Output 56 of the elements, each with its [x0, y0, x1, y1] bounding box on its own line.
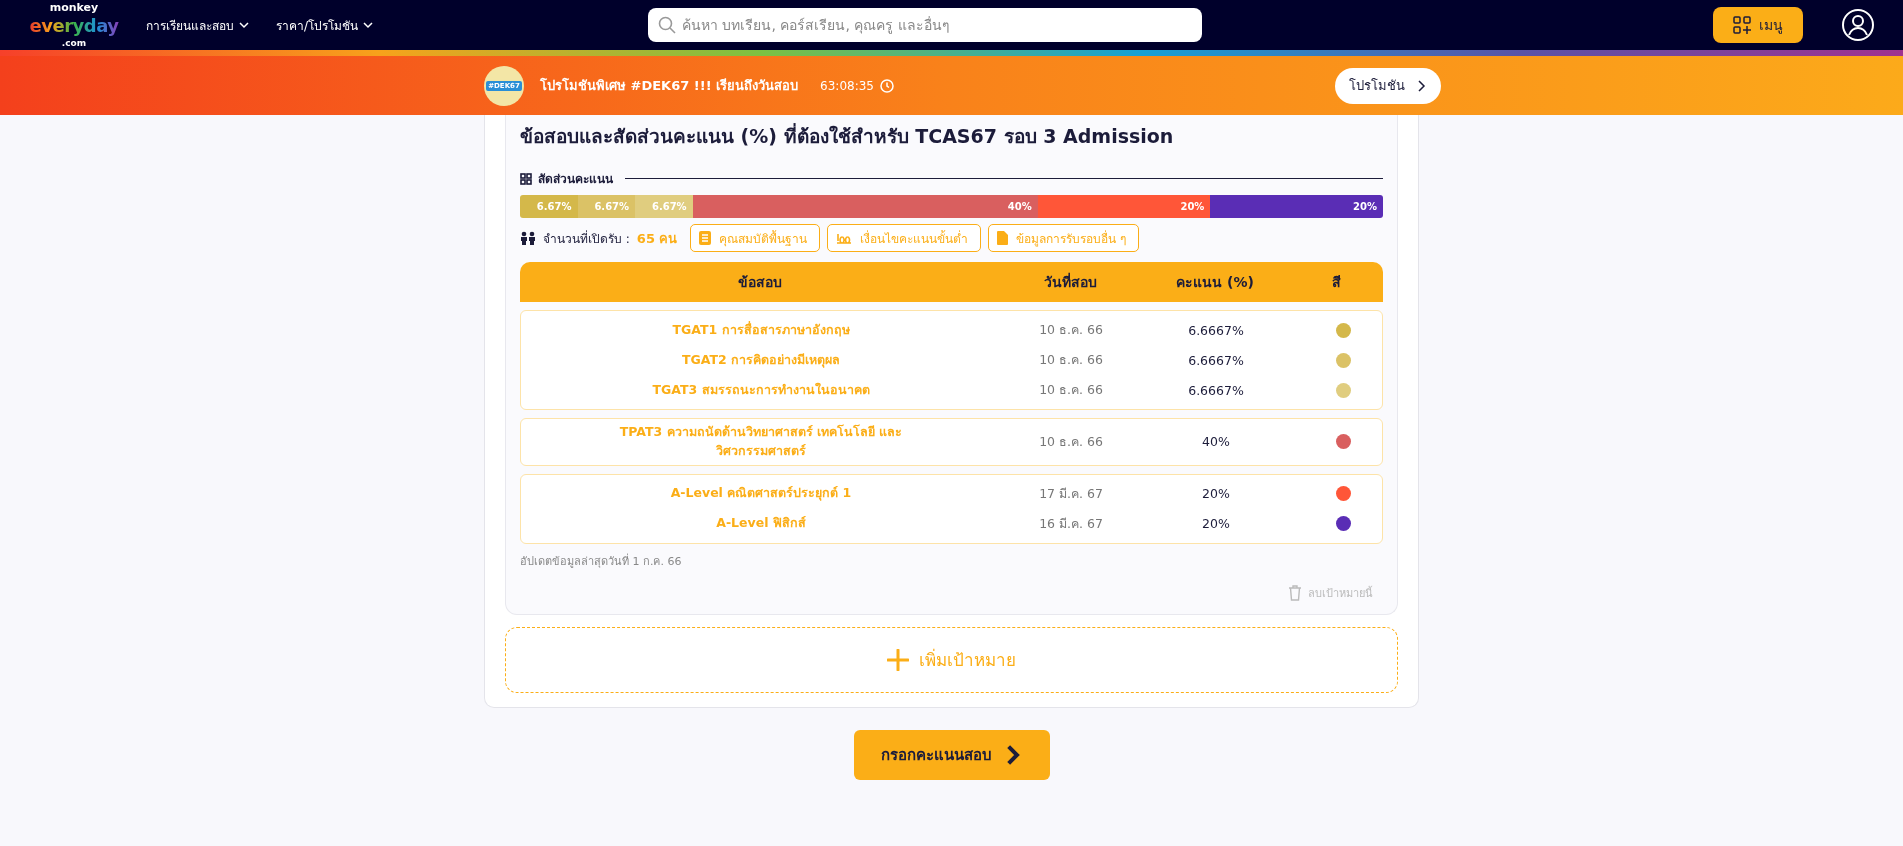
plus-icon — [887, 648, 909, 671]
data-label: 6.67% — [651, 201, 687, 212]
score-percent: 6.6667% — [1187, 322, 1245, 338]
section-title: สัดส่วนคะแนน — [538, 171, 613, 188]
grid-icon — [520, 172, 532, 185]
countdown: 63:08:35 — [820, 78, 874, 93]
logo[interactable]: monkey everyday .com — [24, 1, 124, 49]
exam-name: TGAT2 การคิดอย่างมีเหตุผล — [680, 350, 842, 370]
data-label: 20% — [1180, 201, 1205, 212]
updated-note: อัปเดตข้อมูลล่าสุดวันที่ 1 ก.ค. 66 — [520, 552, 683, 570]
column-header: ข้อสอบ — [737, 273, 783, 292]
clock-icon — [880, 78, 894, 93]
exam-date: 10 ธ.ค. 66 — [1038, 351, 1104, 369]
document-icon — [997, 231, 1009, 245]
promo-text: โปรโมชันพิเศษ #DEK67 !!! เรียนถึงวันสอบ — [540, 77, 799, 95]
data-label: 6.67% — [536, 201, 572, 212]
trash-icon — [1288, 584, 1302, 601]
search-icon — [658, 16, 677, 34]
chevron-down-icon — [362, 19, 375, 31]
data-label: 20% — [1353, 201, 1377, 212]
seats-label: จำนวนที่เปิดรับ : — [543, 229, 630, 248]
exam-name: A-Level คณิตศาสตร์ประยุกต์ 1 — [669, 484, 853, 503]
exam-date: 10 ธ.ค. 66 — [1038, 321, 1104, 339]
score-percent: 6.6667% — [1187, 352, 1245, 368]
column-header: วันที่สอบ — [1042, 271, 1098, 292]
exam-date: 10 ธ.ค. 66 — [1038, 381, 1104, 399]
list-icon — [699, 231, 712, 245]
nav-menu[interactable]: ราคา/โปรโมชัน — [272, 15, 379, 35]
seats-count: 65 คน — [636, 229, 678, 248]
exam-name: TGAT3 สมรรถนะการทำงานในอนาคต — [651, 380, 871, 399]
card-title: ข้อสอบและสัดส่วนคะแนน (%) ที่ต้องใช้สำหรับ TCAS67 รอบ 3 Admission — [520, 122, 1175, 149]
exam-name: TGAT1 การสื่อสารภาษาอังกฤษ — [671, 320, 851, 339]
score-percent: 6.6667% — [1187, 382, 1245, 398]
score-percent: 20% — [1201, 516, 1231, 531]
exam-date: 16 มี.ค. 67 — [1038, 514, 1104, 533]
exam-date: 17 มี.ค. 67 — [1038, 484, 1104, 503]
submit-scores-button[interactable]: กรอกคะแนนสอบ — [853, 729, 1050, 780]
exam-name: TPAT3 ความถนัดด้านวิทยาศาสตร์ เทคโนโลยี และวิศวกรรมศาสตร์ — [618, 423, 904, 460]
search-field[interactable]: ค้นหา บทเรียน, คอร์สเรียน, คุณครู และอื่นๆ — [648, 8, 1203, 42]
hundred-points-icon — [836, 232, 853, 244]
exam-name: A-Level ฟิสิกส์ — [715, 514, 807, 533]
column-header: คะแนน (%) — [1175, 273, 1255, 292]
data-label: 6.67% — [594, 201, 630, 212]
score-percent: 40% — [1201, 434, 1231, 450]
column-header: สี — [1331, 273, 1342, 292]
people-icon — [520, 231, 536, 245]
user-icon[interactable] — [1841, 8, 1875, 42]
menu-button[interactable]: เมนู — [1713, 7, 1803, 43]
chevron-right-icon — [1415, 79, 1427, 92]
chevron-down-icon — [238, 19, 250, 31]
exam-date: 10 ธ.ค. 66 — [1038, 432, 1104, 451]
apps-icon — [1733, 16, 1751, 34]
data-label: 40% — [1007, 201, 1032, 212]
score-percent: 20% — [1201, 486, 1231, 501]
nav-menu[interactable]: การเรียนและสอบ — [142, 15, 254, 35]
promo-button[interactable]: โปรโมชัน — [1335, 67, 1441, 104]
